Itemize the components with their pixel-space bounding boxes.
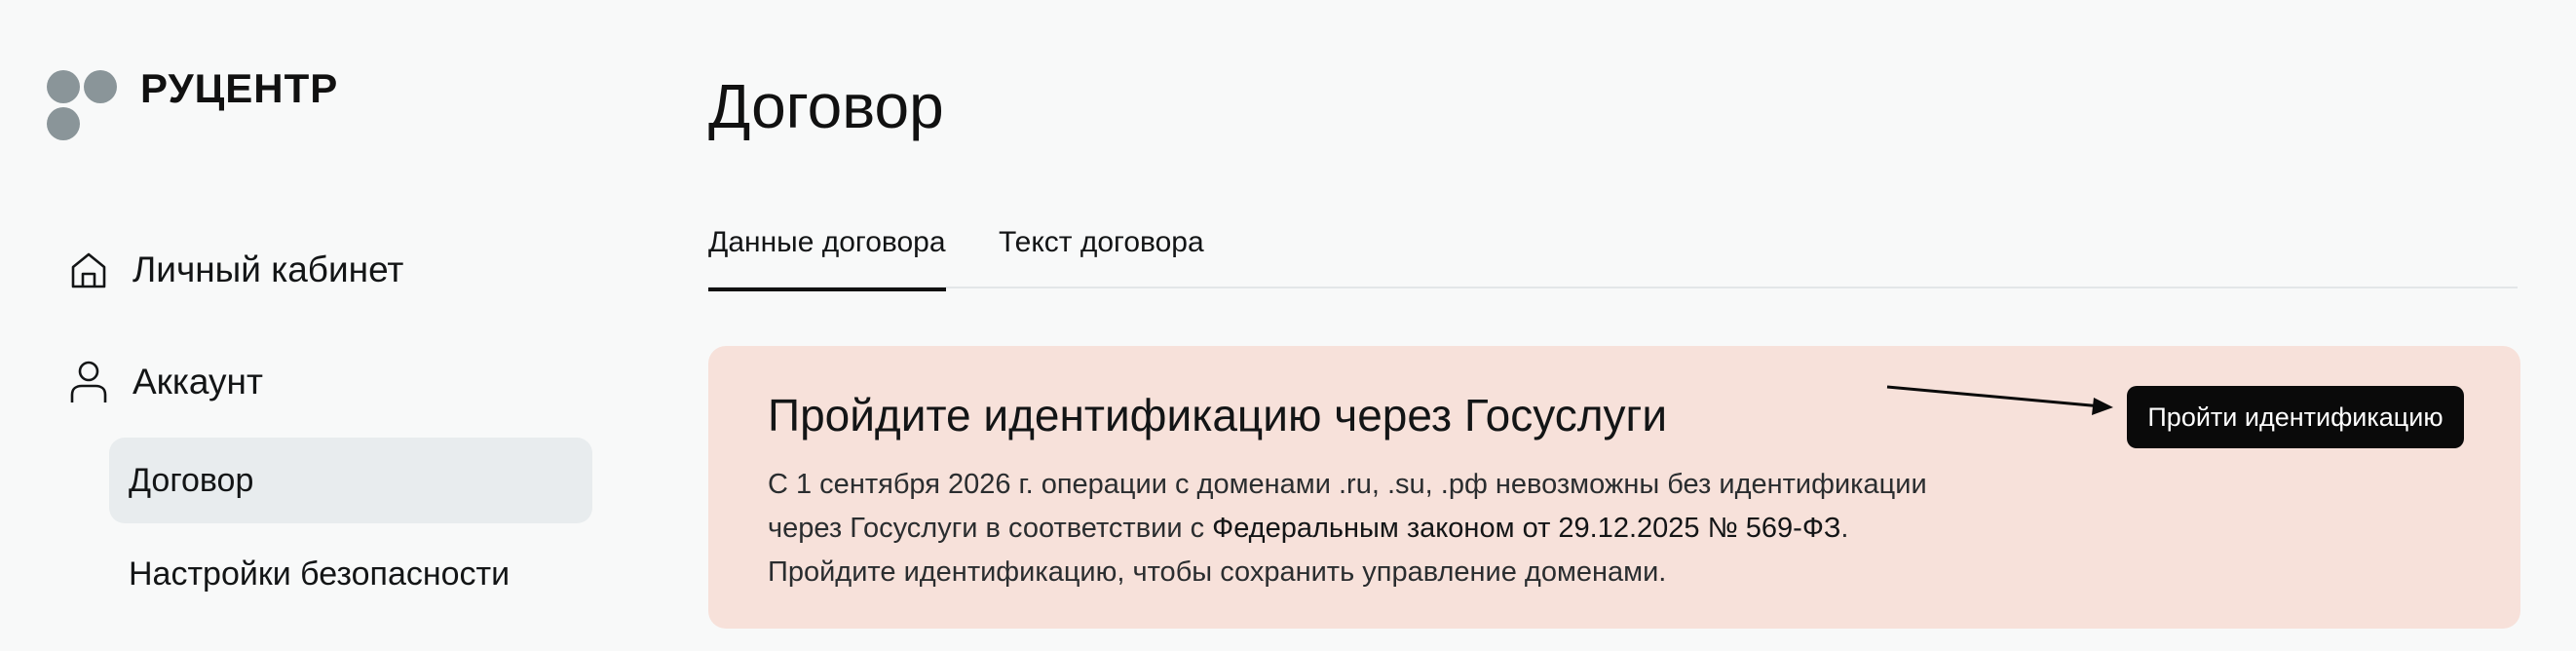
banner-text-line2-prefix: через Госуслуги в соответствии с — [768, 513, 1213, 544]
sidebar-item-personal-cabinet[interactable]: Личный кабинет — [66, 248, 403, 292]
banner-text-line2-suffix: . — [1840, 513, 1849, 544]
arrow-icon — [1886, 385, 2113, 415]
banner-text-line2: через Госуслуги в соответствии с Федерал… — [768, 507, 2034, 551]
page: РУЦЕНТР Личный кабинет Аккаунт Договор Н… — [0, 0, 2576, 651]
tab-contract-data[interactable]: Данные договора — [708, 222, 946, 291]
sidebar-item-account[interactable]: Аккаунт — [66, 360, 263, 404]
tabs: Данные договора Текст договора — [708, 222, 2518, 291]
home-icon — [66, 248, 111, 292]
law-link[interactable]: Федеральным законом от 29.12.2025 № 569-… — [1212, 513, 1840, 544]
page-title: Договор — [708, 71, 944, 141]
sidebar-item-label: Личный кабинет — [133, 249, 404, 289]
banner-text-line1: С 1 сентября 2026 г. операции с доменами… — [768, 469, 1927, 500]
user-icon — [66, 360, 111, 404]
sidebar-item-label: Аккаунт — [133, 362, 263, 402]
sidebar-item-security-settings[interactable]: Настройки безопасности — [109, 531, 592, 617]
logo-mark-icon — [47, 68, 121, 142]
logo-text: РУЦЕНТР — [140, 65, 339, 111]
banner-text-line3: Пройдите идентификацию, чтобы сохранить … — [768, 556, 1667, 588]
banner-title: Пройдите идентификацию через Госуслуги — [768, 390, 1668, 440]
logo[interactable]: РУЦЕНТР — [47, 68, 338, 142]
banner-text: С 1 сентября 2026 г. операции с доменами… — [768, 463, 2034, 594]
sidebar-item-contract[interactable]: Договор — [109, 438, 592, 523]
identification-banner: Пройдите идентификацию через Госуслуги П… — [708, 346, 2520, 629]
tab-contract-text[interactable]: Текст договора — [999, 222, 1204, 288]
identify-button[interactable]: Пройти идентификацию — [2127, 386, 2464, 448]
